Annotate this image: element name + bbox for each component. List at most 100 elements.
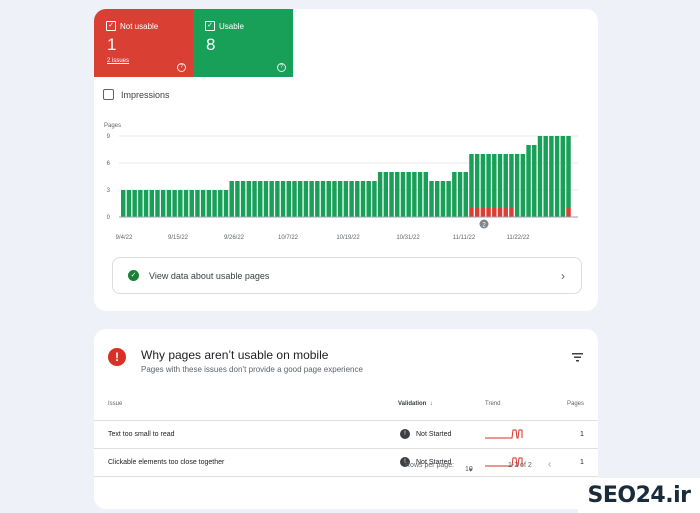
column-header-trend: Trend bbox=[485, 401, 501, 407]
bar-usable bbox=[377, 172, 383, 217]
bar-usable bbox=[332, 181, 337, 217]
filter-icon[interactable] bbox=[572, 353, 583, 362]
bar-usable bbox=[360, 181, 366, 217]
bar-usable bbox=[457, 172, 463, 217]
column-header-pages[interactable]: Pages bbox=[567, 401, 584, 407]
error-icon: ! bbox=[108, 348, 126, 366]
table-row[interactable]: Text too small to read ! Not Started 1 bbox=[94, 420, 598, 448]
bar-usable bbox=[514, 154, 520, 217]
bar-usable bbox=[434, 181, 440, 217]
dropdown-icon: ▾ bbox=[465, 467, 473, 474]
issues-link[interactable]: 2 issues bbox=[107, 58, 129, 64]
not-started-icon: ! bbox=[400, 429, 410, 439]
bar-usable bbox=[497, 154, 503, 208]
bar-usable bbox=[520, 154, 526, 217]
bar-usable bbox=[309, 181, 314, 217]
view-usable-pages-link[interactable]: ✓ View data about usable pages › bbox=[112, 257, 582, 294]
bar-usable bbox=[275, 181, 280, 217]
bar-usable bbox=[446, 181, 451, 217]
bar-usable bbox=[143, 190, 149, 217]
chevron-right-icon: › bbox=[561, 268, 565, 283]
trend-sparkline bbox=[485, 429, 523, 439]
help-icon[interactable]: ? bbox=[277, 63, 286, 72]
bar-usable bbox=[400, 172, 406, 217]
bar-usable bbox=[503, 154, 508, 208]
bar-usable bbox=[366, 181, 371, 217]
impressions-toggle[interactable]: Impressions bbox=[103, 89, 170, 100]
column-header-validation[interactable]: Validation ↓ bbox=[398, 401, 433, 407]
bar-usable bbox=[280, 181, 286, 217]
check-circle-icon: ✓ bbox=[128, 270, 139, 281]
bar-usable bbox=[292, 181, 297, 217]
bar-not-usable bbox=[503, 208, 508, 217]
bar-usable bbox=[235, 181, 240, 217]
y-axis-label: Pages bbox=[104, 123, 121, 129]
bar-usable bbox=[183, 190, 189, 217]
bar-usable bbox=[263, 181, 269, 217]
bar-usable bbox=[492, 154, 497, 208]
impressions-label: Impressions bbox=[121, 89, 170, 100]
bar-not-usable bbox=[474, 208, 480, 217]
column-header-issue[interactable]: Issue bbox=[108, 401, 122, 407]
bar-usable bbox=[246, 181, 252, 217]
checkbox-checked-icon[interactable]: ✓ bbox=[205, 21, 215, 31]
x-tick-label: 10/7/22 bbox=[278, 235, 299, 241]
bar-usable bbox=[166, 190, 172, 217]
bar-usable bbox=[149, 190, 154, 217]
usable-label: Usable bbox=[219, 21, 244, 31]
bar-usable bbox=[412, 172, 417, 217]
bar-usable bbox=[337, 181, 343, 217]
bar-usable bbox=[372, 181, 377, 217]
usable-tile[interactable]: ✓ Usable 8 ? bbox=[193, 9, 293, 77]
bar-usable bbox=[286, 181, 292, 217]
bar-usable bbox=[509, 154, 514, 208]
bar-usable bbox=[189, 190, 194, 217]
bar-usable bbox=[395, 172, 400, 217]
bar-usable bbox=[417, 172, 423, 217]
bar-usable bbox=[532, 145, 537, 217]
bar-usable bbox=[429, 181, 434, 217]
bar-usable bbox=[195, 190, 200, 217]
bar-usable bbox=[126, 190, 132, 217]
y-tick-label: 6 bbox=[107, 161, 111, 167]
bar-usable bbox=[297, 181, 303, 217]
bar-usable bbox=[212, 190, 217, 217]
prev-page-icon[interactable]: ‹ bbox=[548, 459, 551, 470]
x-tick-label: 10/31/22 bbox=[396, 235, 420, 241]
bar-usable bbox=[343, 181, 349, 217]
bar-usable bbox=[200, 190, 206, 217]
not-usable-tile[interactable]: ✓ Not usable 1 2 issues ? bbox=[94, 9, 193, 77]
issues-card: ! Why pages aren’t usable on mobile Page… bbox=[94, 329, 598, 509]
arrow-down-icon: ↓ bbox=[428, 401, 433, 407]
bar-usable bbox=[554, 136, 560, 217]
bar-not-usable bbox=[497, 208, 503, 217]
bar-usable bbox=[469, 154, 474, 208]
bar-usable bbox=[223, 190, 229, 217]
bar-usable bbox=[349, 181, 354, 217]
not-usable-label: Not usable bbox=[120, 21, 159, 31]
pagination: Rows per page: 10 ▾ 1-2 of 2 ‹ bbox=[405, 459, 552, 474]
help-icon[interactable]: ? bbox=[177, 63, 186, 72]
section-title: Why pages aren’t usable on mobile bbox=[141, 348, 329, 362]
page-range: 1-2 of 2 bbox=[508, 462, 532, 469]
bar-usable bbox=[355, 181, 360, 217]
bar-usable bbox=[252, 181, 257, 217]
bar-usable bbox=[172, 190, 177, 217]
bar-usable bbox=[406, 172, 411, 217]
bar-not-usable bbox=[486, 208, 491, 217]
bar-usable bbox=[537, 136, 543, 217]
bar-usable bbox=[474, 154, 480, 208]
pages-chart: Pages036929/4/22 9/15/22 9/26/22 10/7/22 10/… bbox=[104, 123, 578, 241]
checkbox-unchecked-icon[interactable] bbox=[103, 89, 114, 100]
checkbox-checked-icon[interactable]: ✓ bbox=[106, 21, 116, 31]
bar-usable bbox=[389, 172, 394, 217]
bar-usable bbox=[121, 190, 126, 217]
bar-usable bbox=[383, 172, 389, 217]
validation-status: Not Started bbox=[416, 430, 452, 438]
bar-usable bbox=[440, 181, 446, 217]
not-usable-count: 1 bbox=[107, 35, 117, 54]
watermark-logo: SEO24.ir bbox=[578, 478, 700, 513]
bar-usable bbox=[566, 136, 571, 208]
bar-usable bbox=[258, 181, 263, 217]
bar-usable bbox=[138, 190, 143, 217]
